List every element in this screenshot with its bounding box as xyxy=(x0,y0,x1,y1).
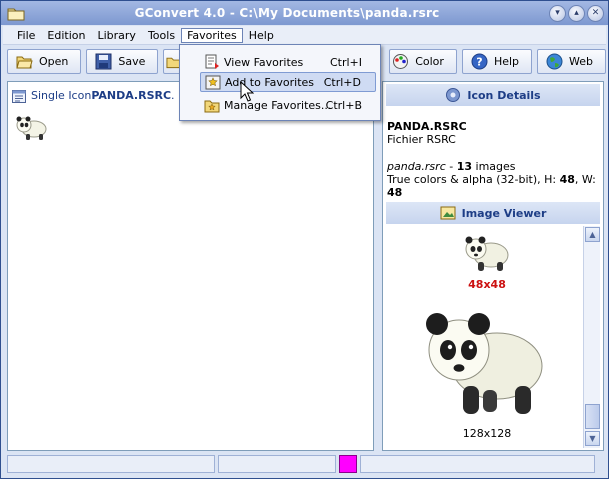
menu-bar: File Edition Library Tools Favorites Hel… xyxy=(3,26,606,45)
panda-128-icon[interactable] xyxy=(417,298,549,422)
selected-size-label: 48x48 xyxy=(468,278,506,291)
icon-details-content: PANDA.RSRC Fichier RSRC panda.rsrc - 13 … xyxy=(387,120,599,199)
help-label: Help xyxy=(493,55,520,68)
close-button[interactable]: ✕ xyxy=(587,4,604,22)
add-to-favorites-label: Add to Favorites xyxy=(225,75,315,89)
manage-favorites-shortcut: Ctrl+B xyxy=(325,98,362,112)
icon-file-icon xyxy=(12,89,26,103)
web-button[interactable]: Web xyxy=(537,49,606,74)
detail-file-name: PANDA.RSRC xyxy=(387,120,467,133)
view-favorites-label: View Favorites xyxy=(224,55,304,69)
color-label: Color xyxy=(415,55,444,68)
header-prefix: Single Icon xyxy=(31,89,92,102)
icon-details-header: Icon Details xyxy=(386,84,600,106)
close-icon: ✕ xyxy=(591,8,600,18)
window-title: GConvert 4.0 - C:\My Documents\panda.rsr… xyxy=(134,6,440,20)
detail-image-count: panda.rsrc - 13 images xyxy=(387,160,599,173)
svg-text:?: ? xyxy=(476,56,482,69)
detail-color-desc: True colors & alpha (32-bit), H: xyxy=(387,173,560,186)
help-button[interactable]: ? Help xyxy=(461,49,533,74)
scroll-down-button[interactable]: ▼ xyxy=(585,431,600,446)
open-button[interactable]: Open xyxy=(7,49,82,74)
detail-color-info: True colors & alpha (32-bit), H: 48, W: … xyxy=(387,173,599,199)
detail-width: 48 xyxy=(387,186,403,199)
icon-details-title: Icon Details xyxy=(467,88,541,102)
detail-height: 48 xyxy=(559,173,575,186)
panda-48-icon[interactable] xyxy=(461,230,511,274)
mouse-cursor-icon xyxy=(240,81,254,102)
save-label: Save xyxy=(118,55,146,68)
details-gear-icon xyxy=(446,88,461,102)
viewer-scrollbar[interactable]: ▲ ▼ xyxy=(583,226,600,448)
minimize-icon: ▾ xyxy=(555,8,560,18)
status-segment-3 xyxy=(360,455,595,473)
status-segment-2 xyxy=(218,455,336,473)
status-segment-1 xyxy=(7,455,215,473)
title-bar[interactable]: GConvert 4.0 - C:\My Documents\panda.rsr… xyxy=(1,1,608,25)
menu-tools[interactable]: Tools xyxy=(142,28,181,43)
maximize-icon: ▴ xyxy=(574,8,579,18)
large-size-label: 128x128 xyxy=(462,427,512,440)
detail-width-sep: , W: xyxy=(574,173,596,186)
status-color-swatch xyxy=(339,455,357,473)
menu-item-add-to-favorites[interactable]: Add to Favorites Ctrl+D xyxy=(200,72,376,92)
details-panel: Icon Details PANDA.RSRC Fichier RSRC pan… xyxy=(382,81,604,451)
panda-thumbnail-icon[interactable] xyxy=(14,112,48,142)
image-viewer-header: Image Viewer xyxy=(386,202,600,224)
chevron-down-icon: ▼ xyxy=(589,434,596,443)
open-label: Open xyxy=(39,55,69,68)
view-favorites-shortcut: Ctrl+I xyxy=(329,55,362,69)
image-viewer-icon xyxy=(440,206,456,220)
favorites-menu: View Favorites Ctrl+I Add to Favorites C… xyxy=(179,44,381,121)
menu-file[interactable]: File xyxy=(11,28,41,43)
floppy-disk-icon xyxy=(95,53,112,70)
scroll-up-button[interactable]: ▲ xyxy=(585,227,600,242)
minimize-button[interactable]: ▾ xyxy=(549,4,566,22)
detail-file-type: Fichier RSRC xyxy=(387,133,456,146)
view-favorites-icon xyxy=(205,54,219,69)
detail-count-value: 13 xyxy=(456,160,473,173)
chevron-up-icon: ▲ xyxy=(589,230,596,239)
save-button[interactable]: Save xyxy=(86,49,159,74)
icon-list-panel[interactable]: Single Icon PANDA.RSRC . xyxy=(7,81,374,451)
menu-edition[interactable]: Edition xyxy=(41,28,91,43)
maximize-button[interactable]: ▴ xyxy=(568,4,585,22)
menu-item-view-favorites[interactable]: View Favorites Ctrl+I xyxy=(200,52,376,72)
detail-separator: - xyxy=(445,160,457,173)
manage-favorites-icon xyxy=(204,100,220,113)
icon-list-header: Single Icon PANDA.RSRC . xyxy=(11,85,175,106)
color-button[interactable]: Color xyxy=(389,49,457,74)
panel-splitter[interactable] xyxy=(375,81,382,451)
color-palette-icon xyxy=(393,54,409,69)
add-favorites-icon xyxy=(205,75,221,90)
detail-count-suffix: images xyxy=(472,160,516,173)
web-label: Web xyxy=(569,55,593,68)
menu-help[interactable]: Help xyxy=(243,28,280,43)
image-viewer-title: Image Viewer xyxy=(461,206,547,220)
menu-favorites[interactable]: Favorites xyxy=(181,27,243,43)
detail-source-name: panda.rsrc xyxy=(387,160,446,173)
status-bar xyxy=(7,455,604,473)
app-folder-icon xyxy=(7,8,25,21)
menu-item-manage-favorites[interactable]: Manage Favorites... Ctrl+B xyxy=(200,95,376,115)
add-to-favorites-shortcut: Ctrl+D xyxy=(323,75,361,89)
scroll-thumb[interactable] xyxy=(585,404,600,429)
app-window: GConvert 4.0 - C:\My Documents\panda.rsr… xyxy=(0,0,609,479)
question-mark-icon: ? xyxy=(471,53,488,70)
header-file-name: PANDA.RSRC xyxy=(91,89,172,102)
header-suffix: . xyxy=(171,89,175,102)
open-folder-icon xyxy=(16,56,33,69)
globe-icon xyxy=(546,53,563,70)
menu-library[interactable]: Library xyxy=(91,28,141,43)
image-viewer-area[interactable]: 48x48 128x128 xyxy=(387,226,583,448)
